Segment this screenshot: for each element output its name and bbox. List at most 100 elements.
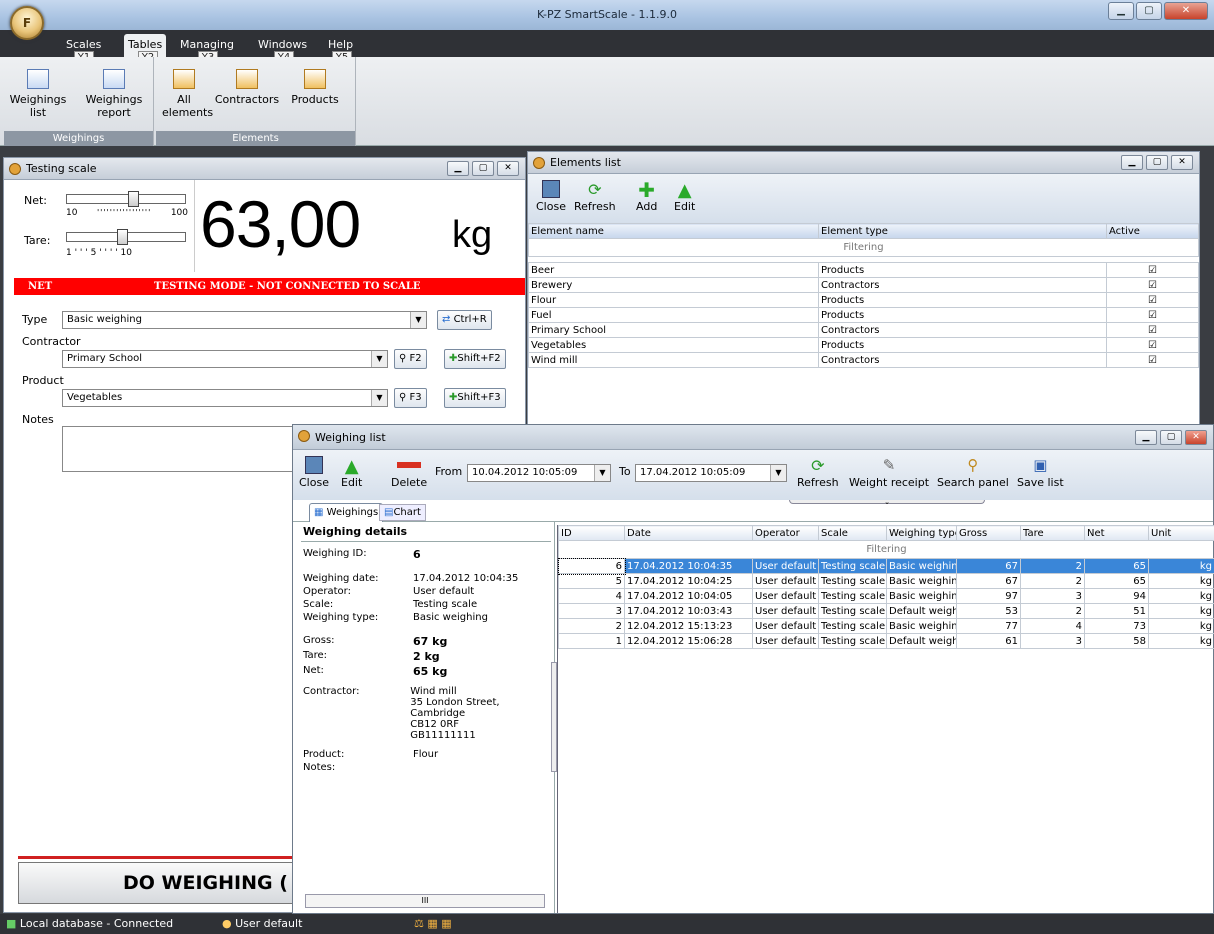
table-row[interactable]: Wind mill Contractors ☑ xyxy=(528,352,1199,368)
divider xyxy=(194,180,195,272)
contractor-search-button[interactable]: ⚲ F2 xyxy=(394,349,427,369)
horizontal-scrollbar[interactable]: III xyxy=(305,894,545,908)
table-row[interactable]: Flour Products ☑ xyxy=(528,292,1199,308)
do-weighing-button[interactable]: DO WEIGHING ( xyxy=(18,862,298,904)
column-element-type[interactable]: Element type xyxy=(818,223,1107,239)
table-row[interactable]: 4 17.04.2012 10:04:05 User default Testing … xyxy=(558,588,1214,604)
wl-refresh-button[interactable]: ⟳ Refresh xyxy=(797,456,839,489)
elements-refresh-button[interactable]: ⟳ Refresh xyxy=(574,180,616,213)
net-slider[interactable] xyxy=(66,191,186,207)
active-checkbox[interactable]: ☑ xyxy=(1106,262,1199,278)
table-row[interactable]: Fuel Products ☑ xyxy=(528,307,1199,323)
close-button[interactable]: ✕ xyxy=(497,161,519,176)
element-name: Flour xyxy=(528,292,819,308)
wl-close-button[interactable]: Close xyxy=(299,456,329,489)
close-button[interactable]: ✕ xyxy=(1185,430,1207,445)
collapse-handle[interactable]: ⌄ xyxy=(789,499,985,506)
table-cell: 3 xyxy=(1020,633,1085,649)
tare-slider-thumb[interactable] xyxy=(116,229,128,245)
maximize-button[interactable]: ▢ xyxy=(1160,430,1182,445)
maximize-button[interactable]: ▢ xyxy=(472,161,494,176)
menu-scales[interactable]: ScalesY1 xyxy=(66,38,101,65)
tab-chart[interactable]: ▤Chart xyxy=(379,504,426,521)
table-row[interactable]: 1 12.04.2012 15:06:28 User default Testing … xyxy=(558,633,1214,649)
contractors-button[interactable]: Contractors xyxy=(212,69,282,106)
weighings-report-button[interactable]: Weighings report xyxy=(78,69,150,119)
taskbar-icons[interactable]: ⚖ ▦ ▦ xyxy=(414,914,452,934)
column-header[interactable]: Tare xyxy=(1020,525,1085,541)
active-checkbox[interactable]: ☑ xyxy=(1106,277,1199,293)
type-select[interactable]: Basic weighing ▼ xyxy=(62,311,427,329)
products-button[interactable]: Products xyxy=(286,69,344,106)
type-ctrl-r-button[interactable]: ⇄ Ctrl+R xyxy=(437,310,492,330)
menu-windows[interactable]: WindowsY4 xyxy=(258,38,307,65)
active-checkbox[interactable]: ☑ xyxy=(1106,307,1199,323)
table-cell: User default xyxy=(752,618,819,634)
save-list-button[interactable]: ▣ Save list xyxy=(1017,456,1064,489)
detail-value: User default xyxy=(413,586,475,597)
table-row[interactable]: 5 17.04.2012 10:04:25 User default Testing … xyxy=(558,573,1214,589)
minimize-button[interactable]: ▁ xyxy=(1108,2,1134,20)
group-label-elements: Elements xyxy=(156,131,355,146)
elements-close-button[interactable]: Close xyxy=(536,180,566,213)
notes-textarea[interactable] xyxy=(62,426,302,472)
close-button[interactable]: ✕ xyxy=(1164,2,1208,20)
table-cell: 17.04.2012 10:04:05 xyxy=(624,588,753,604)
column-header[interactable]: Scale xyxy=(818,525,887,541)
app-menu-button[interactable]: F xyxy=(10,6,44,40)
products-icon xyxy=(304,69,326,89)
product-add-button[interactable]: ✚Shift+F3 xyxy=(444,388,506,408)
maximize-button[interactable]: ▢ xyxy=(1136,2,1162,20)
column-header[interactable]: Gross xyxy=(956,525,1021,541)
search-panel-button[interactable]: ⚲ Search panel xyxy=(937,456,1009,489)
wl-delete-button[interactable]: Delete xyxy=(391,456,427,489)
weight-receipt-button[interactable]: ✎ Weight receipt xyxy=(849,456,929,489)
tare-slider[interactable] xyxy=(66,229,186,245)
filter-row[interactable]: Filtering xyxy=(558,540,1214,559)
column-header[interactable]: Date xyxy=(624,525,753,541)
minimize-button[interactable]: ▁ xyxy=(1121,155,1143,170)
contractor-select[interactable]: Primary School ▼ xyxy=(62,350,388,368)
column-header[interactable]: Net xyxy=(1084,525,1149,541)
table-row[interactable]: Vegetables Products ☑ xyxy=(528,337,1199,353)
maximize-button[interactable]: ▢ xyxy=(1146,155,1168,170)
table-row[interactable]: 6 17.04.2012 10:04:35 User default Testing … xyxy=(557,557,1214,575)
menu-managing[interactable]: ManagingY3 xyxy=(180,38,234,65)
table-cell: User default xyxy=(752,633,819,649)
wl-edit-button[interactable]: ▲ Edit xyxy=(341,456,362,489)
all-elements-button[interactable]: All elements xyxy=(162,69,213,119)
shiftf2-label: Shift+F2 xyxy=(457,353,501,364)
column-header[interactable]: Operator xyxy=(752,525,819,541)
elements-add-button[interactable]: ✚ Add xyxy=(636,180,657,213)
minimize-button[interactable]: ▁ xyxy=(447,161,469,176)
column-active[interactable]: Active xyxy=(1106,223,1199,239)
weighings-grid-area: ID Date Operator Scale Weighing type Gross Tar… xyxy=(557,525,1214,913)
contractor-add-button[interactable]: ✚Shift+F2 xyxy=(444,349,506,369)
tab-weighings[interactable]: ▦ Weighings xyxy=(309,503,384,522)
table-row[interactable]: 3 17.04.2012 10:03:43 User default Testing … xyxy=(558,603,1214,619)
menu-help[interactable]: HelpY5 xyxy=(328,38,353,65)
column-header[interactable]: Weighing type xyxy=(886,525,957,541)
weighings-list-button[interactable]: Weighings list xyxy=(6,69,70,119)
elements-edit-button[interactable]: ▲ Edit xyxy=(674,180,695,213)
column-header[interactable]: Unit xyxy=(1148,525,1214,541)
active-checkbox[interactable]: ☑ xyxy=(1106,292,1199,308)
table-row[interactable]: Primary School Contractors ☑ xyxy=(528,322,1199,338)
column-header[interactable]: ID xyxy=(558,525,625,541)
to-date-picker[interactable]: 17.04.2012 10:05:09 ▼ xyxy=(635,464,787,482)
product-select[interactable]: Vegetables ▼ xyxy=(62,389,388,407)
from-date-picker[interactable]: 10.04.2012 10:05:09 ▼ xyxy=(467,464,611,482)
active-checkbox[interactable]: ☑ xyxy=(1106,337,1199,353)
minimize-button[interactable]: ▁ xyxy=(1135,430,1157,445)
filter-row[interactable]: Filtering xyxy=(528,238,1199,257)
table-row[interactable]: Brewery Contractors ☑ xyxy=(528,277,1199,293)
close-button[interactable]: ✕ xyxy=(1171,155,1193,170)
table-row[interactable]: 2 12.04.2012 15:13:23 User default Testing … xyxy=(558,618,1214,634)
active-checkbox[interactable]: ☑ xyxy=(1106,322,1199,338)
table-row[interactable]: Beer Products ☑ xyxy=(528,262,1199,278)
product-search-button[interactable]: ⚲ F3 xyxy=(394,388,427,408)
ribbon-group-elements: All elements Contractors Products Elemen… xyxy=(156,57,356,146)
column-element-name[interactable]: Element name xyxy=(528,223,819,239)
active-checkbox[interactable]: ☑ xyxy=(1106,352,1199,368)
net-slider-thumb[interactable] xyxy=(127,191,139,207)
